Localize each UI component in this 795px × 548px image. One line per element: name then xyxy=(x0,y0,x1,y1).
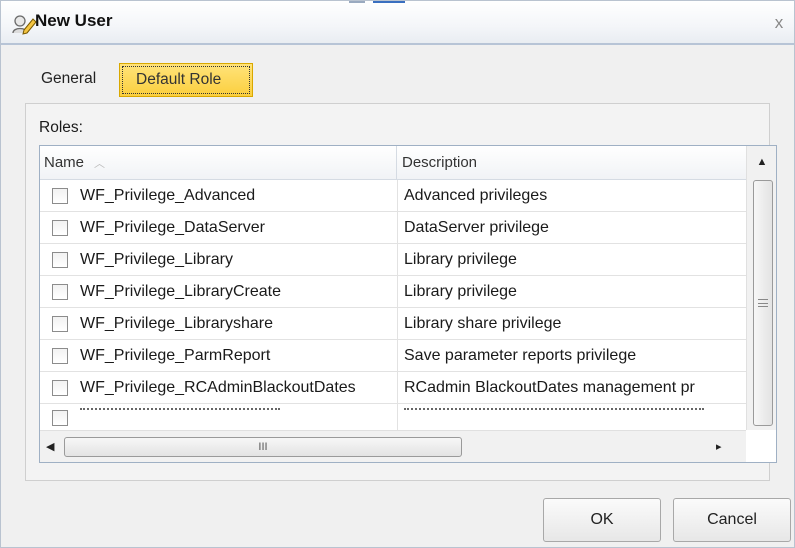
table-row[interactable]: WF_Privilege_LibraryCreate Library privil… xyxy=(40,276,746,308)
grid-header: Name ︿ Description xyxy=(40,146,746,180)
role-description: RCadmin BlackoutDates management pr xyxy=(404,379,695,396)
title-bar[interactable]: New User x xyxy=(1,1,794,45)
table-row[interactable]: WF_Privilege_ParmReport Save parameter re… xyxy=(40,340,746,372)
grip-icon xyxy=(758,299,768,307)
row-checkbox[interactable] xyxy=(52,410,68,426)
clipped-text xyxy=(404,408,704,416)
row-checkbox[interactable] xyxy=(52,252,68,268)
dialog-title: New User xyxy=(35,11,113,30)
clipped-text xyxy=(80,408,280,416)
role-name: WF_Privilege_DataServer xyxy=(80,219,265,236)
scroll-right-icon[interactable]: ▸ xyxy=(716,431,736,462)
role-name: WF_Privilege_ParmReport xyxy=(80,347,271,364)
role-description: Library share privilege xyxy=(404,315,562,332)
ok-button[interactable]: OK xyxy=(543,498,661,542)
scroll-up-icon[interactable]: ▲ xyxy=(747,146,776,178)
horizontal-scrollbar[interactable]: ◀ III ▸ xyxy=(40,430,746,462)
horizontal-scroll-thumb[interactable]: III xyxy=(64,437,462,457)
user-edit-icon xyxy=(12,15,37,35)
row-checkbox[interactable] xyxy=(52,188,68,204)
table-row[interactable]: WF_Privilege_Advanced Advanced privileges xyxy=(40,180,746,212)
column-header-name[interactable]: Name ︿ xyxy=(40,146,397,180)
role-name-cell: WF_Privilege_DataServer xyxy=(40,212,398,244)
tab-default-role[interactable]: Default Role xyxy=(119,63,253,97)
row-checkbox[interactable] xyxy=(52,348,68,364)
title-strip-decoration xyxy=(349,1,365,3)
role-name-cell: WF_Privilege_Libraryshare xyxy=(40,308,398,340)
role-name: WF_Privilege_Advanced xyxy=(80,187,256,204)
sort-ascending-icon: ︿ xyxy=(94,158,106,170)
column-header-description[interactable]: Description xyxy=(398,146,746,180)
roles-grid: Name ︿ Description WF_Privilege_Advanced A… xyxy=(39,145,777,463)
scroll-left-icon[interactable]: ◀ xyxy=(46,431,66,462)
cancel-button[interactable]: Cancel xyxy=(673,498,791,542)
role-name-cell: WF_Privilege_Advanced xyxy=(40,180,398,212)
row-checkbox[interactable] xyxy=(52,316,68,332)
role-description: Advanced privileges xyxy=(404,187,548,204)
role-description: Library privilege xyxy=(404,283,517,300)
row-checkbox[interactable] xyxy=(52,220,68,236)
partial-row-name xyxy=(40,404,398,430)
table-row[interactable]: WF_Privilege_DataServer DataServer privil… xyxy=(40,212,746,244)
row-checkbox[interactable] xyxy=(52,284,68,300)
new-user-dialog: New User x General Default Role Roles: N… xyxy=(0,0,795,548)
title-strip-accent xyxy=(373,1,405,3)
role-name-cell: WF_Privilege_LibraryCreate xyxy=(40,276,398,308)
tab-default-role-label: Default Role xyxy=(136,71,222,88)
column-header-name-label: Name xyxy=(44,154,85,171)
role-name-cell: WF_Privilege_ParmReport xyxy=(40,340,398,372)
table-row-partial xyxy=(40,404,746,430)
role-name: WF_Privilege_LibraryCreate xyxy=(80,283,281,300)
table-row[interactable]: WF_Privilege_Libraryshare Library share p… xyxy=(40,308,746,340)
close-icon[interactable]: x xyxy=(770,14,788,32)
vertical-scrollbar[interactable]: ▲ xyxy=(746,146,776,430)
tab-general[interactable]: General xyxy=(33,63,104,97)
table-row[interactable]: WF_Privilege_RCAdminBlackoutDates RCadmin… xyxy=(40,372,746,404)
role-description: Save parameter reports privilege xyxy=(404,347,637,364)
row-checkbox[interactable] xyxy=(52,380,68,396)
role-name: WF_Privilege_Library xyxy=(80,251,233,268)
role-description: DataServer privilege xyxy=(404,219,549,236)
role-name-cell: WF_Privilege_RCAdminBlackoutDates xyxy=(40,372,398,404)
table-row[interactable]: WF_Privilege_Library Library privilege xyxy=(40,244,746,276)
roles-label: Roles: xyxy=(39,119,83,136)
partial-row-description xyxy=(399,404,746,430)
role-name-cell: WF_Privilege_Library xyxy=(40,244,398,276)
vertical-scroll-thumb[interactable] xyxy=(753,180,773,426)
role-name: WF_Privilege_RCAdminBlackoutDates xyxy=(80,379,356,396)
role-description: Library privilege xyxy=(404,251,517,268)
role-name: WF_Privilege_Libraryshare xyxy=(80,315,273,332)
